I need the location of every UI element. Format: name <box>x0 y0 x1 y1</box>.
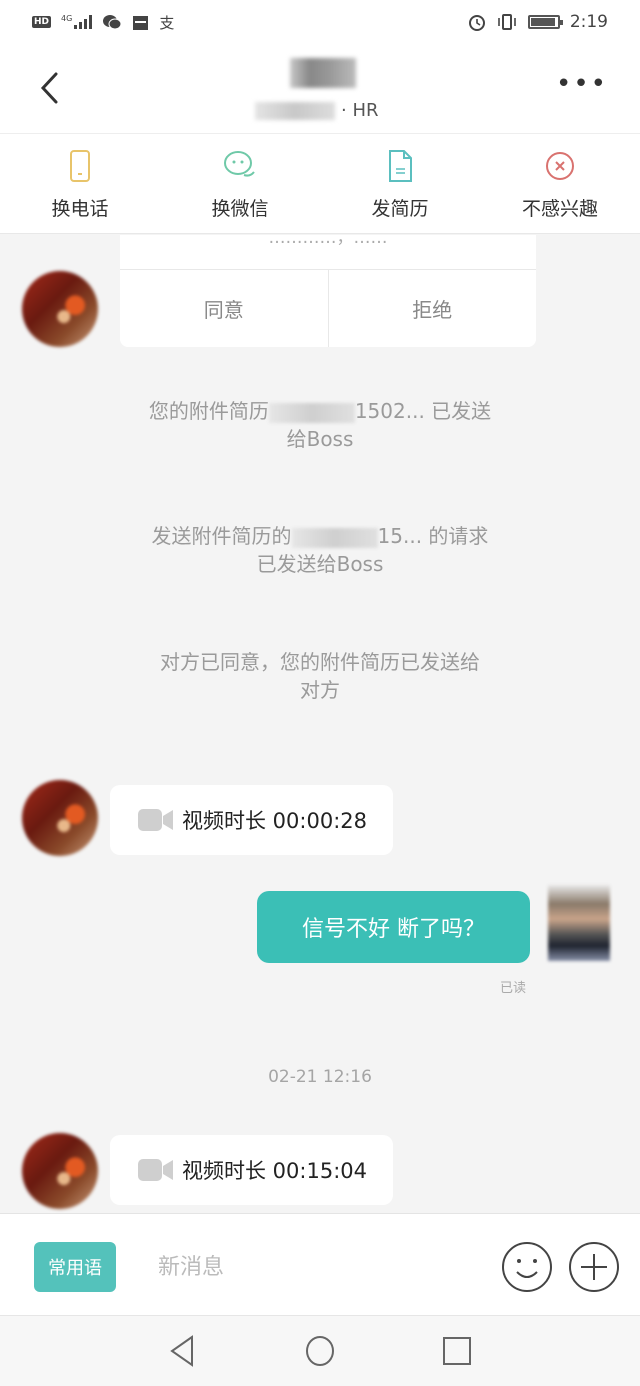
filename-blurred <box>291 527 378 548</box>
action-exchange-phone[interactable]: 换电话 <box>0 134 160 233</box>
back-button[interactable] <box>34 68 64 108</box>
phone-icon <box>70 150 90 182</box>
company-name-blurred <box>255 101 335 120</box>
more-dots-icon: ••• <box>555 69 608 99</box>
clock: 2:19 <box>569 12 608 32</box>
card-partial-text: …………，…… <box>268 235 388 248</box>
nav-recents-icon <box>443 1337 471 1365</box>
status-right: 2:19 <box>468 12 608 32</box>
my-avatar[interactable] <box>548 885 610 961</box>
input-bar: 常用语 <box>0 1213 640 1315</box>
system-message-line: 发送附件简历的 15... 的请求 <box>151 524 489 548</box>
plus-circle-icon <box>569 1242 619 1292</box>
chat-header: · HR ••• <box>0 44 640 134</box>
action-label: 发简历 <box>371 198 429 220</box>
emoji-icon <box>502 1242 552 1292</box>
hd-icon: HD <box>32 16 52 28</box>
status-bar: HD 4G 支 2:19 <box>0 0 640 44</box>
video-camera-icon <box>138 809 173 831</box>
hr-avatar[interactable] <box>22 1133 98 1209</box>
common-phrases-button[interactable]: 常用语 <box>34 1242 116 1292</box>
4g-signal-icon: 4G <box>61 14 93 29</box>
action-exchange-wechat[interactable]: 换微信 <box>160 134 320 233</box>
contact-name-blurred <box>290 58 356 88</box>
chevron-left-icon <box>40 72 58 104</box>
nav-home-button[interactable] <box>303 1334 337 1368</box>
filename-blurred <box>268 402 355 423</box>
card-buttons: 同意 拒绝 <box>120 270 536 347</box>
status-left: HD 4G 支 <box>32 12 174 33</box>
network-label: 4G <box>61 14 73 23</box>
close-circle-icon <box>546 152 574 180</box>
nav-home-icon <box>306 1336 334 1366</box>
video-duration: 视频时长 00:00:28 <box>182 809 367 833</box>
action-label: 换微信 <box>211 198 269 220</box>
alipay-icon: 支 <box>159 13 175 32</box>
system-message-line: 给Boss <box>286 427 354 451</box>
system-message: 发送附件简历的 15... 的请求 已发送给Boss <box>100 522 540 578</box>
video-duration: 视频时长 00:15:04 <box>182 1159 367 1183</box>
hr-avatar[interactable] <box>22 271 98 347</box>
more-button[interactable]: ••• <box>556 71 608 97</box>
calendar-icon <box>133 15 149 30</box>
agree-button[interactable]: 同意 <box>120 270 328 347</box>
nav-back-icon <box>170 1335 193 1367</box>
message-input[interactable] <box>158 1244 458 1290</box>
more-options-button[interactable] <box>567 1240 621 1294</box>
alarm-icon <box>468 15 485 31</box>
wechat-icon <box>103 15 122 30</box>
video-call-message[interactable]: 视频时长 00:15:04 <box>110 1135 393 1205</box>
system-nav-bar <box>0 1315 640 1386</box>
nav-recents-button[interactable] <box>440 1334 474 1368</box>
system-message-line: 您的附件简历 1502... 已发送 <box>148 399 492 423</box>
wechat-icon <box>224 151 255 177</box>
action-send-resume[interactable]: 发简历 <box>320 134 480 233</box>
action-bar: 换电话 换微信 发简历 不感兴趣 <box>0 134 640 234</box>
message-text: 信号不好 断了吗？ <box>302 917 485 942</box>
message-timestamp: 02-21 12:16 <box>268 1067 372 1087</box>
document-icon <box>389 150 412 182</box>
hr-avatar[interactable] <box>22 780 98 856</box>
emoji-button[interactable] <box>500 1240 554 1294</box>
action-not-interested[interactable]: 不感兴趣 <box>480 134 640 233</box>
action-label: 换电话 <box>51 198 109 220</box>
action-label: 不感兴趣 <box>521 198 598 220</box>
system-message-line: 已发送给Boss <box>256 552 384 576</box>
contact-subtitle: · HR <box>255 100 379 121</box>
system-message: 您的附件简历 1502... 已发送 给Boss <box>100 397 540 453</box>
nav-back-button[interactable] <box>166 1334 200 1368</box>
video-camera-icon <box>138 1159 173 1181</box>
system-message: 对方已同意，您的附件简历已发送给 对方 <box>100 648 540 704</box>
resume-request-card: …………，…… 同意 拒绝 <box>120 235 536 347</box>
read-receipt: 已读 <box>500 981 527 996</box>
system-message-line: 对方已同意，您的附件简历已发送给 <box>160 650 480 674</box>
battery-icon <box>527 15 563 29</box>
chat-messages[interactable]: …………，…… 同意 拒绝 您的附件简历 1502... 已发送 给Boss 发送… <box>0 235 640 1213</box>
video-call-message[interactable]: 视频时长 00:00:28 <box>110 785 393 855</box>
signal-bars <box>74 15 93 29</box>
role-label: · HR <box>341 100 379 121</box>
system-message-line: 对方 <box>300 678 340 702</box>
reject-button[interactable]: 拒绝 <box>327 270 537 347</box>
vibrate-icon <box>498 14 516 30</box>
outgoing-message[interactable]: 信号不好 断了吗？ <box>257 891 530 963</box>
